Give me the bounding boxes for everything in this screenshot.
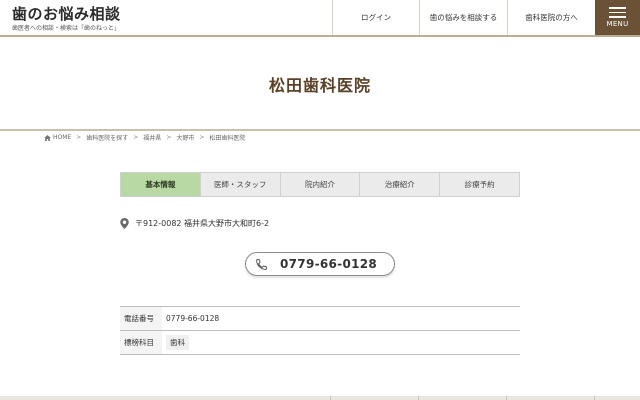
tab-basic-info[interactable]: 基本情報 <box>121 173 200 196</box>
phone-label: 電話番号 <box>120 307 162 330</box>
call-button[interactable]: 0779-66-0128 <box>245 252 395 276</box>
dentist-link[interactable]: 歯科医院の方へ <box>507 0 595 35</box>
consult-link[interactable]: 歯の悩みを相談する <box>419 0 507 35</box>
table-row: 電話番号 0779-66-0128 <box>120 307 520 331</box>
hamburger-icon <box>609 7 626 21</box>
menu-label: MENU <box>606 20 629 28</box>
logo-title: 歯のお悩み相談 <box>12 5 121 23</box>
breadcrumb-city[interactable]: 大野市 <box>176 133 194 142</box>
tab-reservation[interactable]: 診療予約 <box>439 173 519 196</box>
breadcrumb-separator: > <box>166 134 172 141</box>
footer-strip <box>0 396 640 400</box>
breadcrumb-separator: > <box>76 134 82 141</box>
tab-clinic-intro[interactable]: 院内紹介 <box>279 173 360 196</box>
tab-staff[interactable]: 医師・スタッフ <box>199 173 280 196</box>
table-row: 標榜科目 歯科 <box>120 331 520 355</box>
breadcrumb: HOME > 歯科医院を探す > 福井県 > 大野市 > 松田歯科医院 <box>44 133 245 142</box>
clinic-tabs: 基本情報 医師・スタッフ 院内紹介 治療紹介 診療予約 <box>120 172 520 197</box>
home-icon <box>44 134 51 141</box>
page-title: 松田歯科医院 <box>268 76 371 95</box>
header-divider <box>0 35 640 37</box>
breadcrumb-home[interactable]: HOME <box>53 134 71 141</box>
department-value: 歯科 <box>162 335 189 350</box>
department-chip: 歯科 <box>166 335 189 350</box>
login-link[interactable]: ログイン <box>332 0 419 35</box>
breadcrumb-search[interactable]: 歯科医院を探す <box>86 133 128 142</box>
breadcrumb-prefecture[interactable]: 福井県 <box>143 133 161 142</box>
site-header: 歯のお悩み相談 歯医者への相談・検索は「歯のねっと」 ログイン 歯の悩みを相談す… <box>0 0 640 37</box>
breadcrumb-separator: > <box>133 134 139 141</box>
phone-value: 0779-66-0128 <box>166 314 220 323</box>
breadcrumb-separator: > <box>199 134 205 141</box>
tab-treatment[interactable]: 治療紹介 <box>359 173 440 196</box>
department-label: 標榜科目 <box>120 331 162 354</box>
title-divider <box>0 129 640 131</box>
clinic-address: 〒912-0082 福井県大野市大和町6-2 <box>120 218 269 229</box>
phone-number: 0779-66-0128 <box>280 257 378 271</box>
map-pin-icon <box>120 218 129 229</box>
logo-tagline: 歯医者への相談・検索は「歯のねっと」 <box>12 25 121 32</box>
clinic-info-table: 電話番号 0779-66-0128 標榜科目 歯科 <box>120 306 520 355</box>
menu-button[interactable]: MENU <box>595 0 640 35</box>
site-logo[interactable]: 歯のお悩み相談 歯医者への相談・検索は「歯のねっと」 <box>12 5 121 33</box>
breadcrumb-current: 松田歯科医院 <box>209 135 246 142</box>
address-text: 〒912-0082 福井県大野市大和町6-2 <box>135 219 270 228</box>
phone-icon <box>256 259 267 270</box>
